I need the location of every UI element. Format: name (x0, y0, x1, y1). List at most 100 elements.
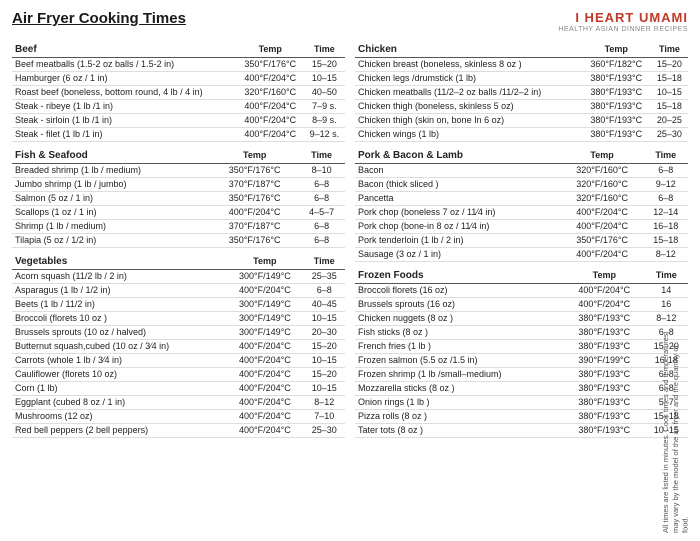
table-row: Roast beef (boneless, bottom round, 4 lb… (12, 85, 345, 99)
chicken-col-temp: Temp (582, 42, 651, 58)
food-temp: 320°F/160°C (237, 85, 304, 99)
food-temp: 400°F/204°C (226, 381, 303, 395)
food-name: Acorn squash (11/2 lb / 2 in) (12, 269, 226, 283)
food-temp: 320°F/160°C (561, 191, 644, 205)
food-temp: 300°F/149°C (226, 297, 303, 311)
food-time: 9–12 (643, 177, 688, 191)
food-temp: 300°F/149°C (226, 311, 303, 325)
food-temp: 400°F/204°C (561, 247, 644, 261)
header: Air Fryer Cooking Times I HEART UMAMI HE… (12, 10, 688, 34)
table-row: Chicken wings (1 lb)380°F/193°C25–30 (355, 127, 688, 141)
food-time: 25–30 (303, 423, 345, 437)
table-row: Beets (1 lb / 11/2 in)300°F/149°C40–45 (12, 297, 345, 311)
food-name: Chicken breast (boneless, skinless 8 oz … (355, 57, 582, 71)
table-row: Pizza rolls (8 oz )380°F/193°C15–18 (355, 409, 688, 423)
food-name: French fries (1 lb ) (355, 339, 564, 353)
table-row: Broccoli (florets 10 oz )300°F/149°C10–1… (12, 311, 345, 325)
food-time: 15–20 (304, 57, 345, 71)
food-temp: 350°F/176°C (211, 163, 298, 177)
food-time: 40–50 (304, 85, 345, 99)
food-name: Beef meatballs (1.5-2 oz balls / 1.5-2 i… (12, 57, 237, 71)
food-temp: 320°F/160°C (561, 163, 644, 177)
food-name: Shrimp (1 lb / medium) (12, 219, 211, 233)
food-time: 6–8 (298, 191, 345, 205)
table-row: Eggplant (cubed 8 oz / 1 in)400°F/204°C8… (12, 395, 345, 409)
food-time: 8–12 (303, 395, 345, 409)
table-row: Acorn squash (11/2 lb / 2 in)300°F/149°C… (12, 269, 345, 283)
veg-col-name: Vegetables (12, 254, 226, 270)
food-temp: 350°F/176°C (237, 57, 304, 71)
logo-area: I HEART UMAMI HEALTHY ASIAN DINNER RECIP… (558, 10, 688, 34)
page-title: Air Fryer Cooking Times (12, 10, 186, 27)
food-time: 10–15 (651, 85, 688, 99)
fish-col-time: Time (298, 148, 345, 164)
food-time: 25–35 (303, 269, 345, 283)
pork-table: Pork & Bacon & Lamb Temp Time Bacon320°F… (355, 148, 688, 262)
table-row: Mushrooms (12 oz)400°F/204°C7–10 (12, 409, 345, 423)
food-name: Red bell peppers (2 bell peppers) (12, 423, 226, 437)
food-time: 10–15 (303, 381, 345, 395)
food-name: Tater tots (8 oz ) (355, 423, 564, 437)
food-temp: 320°F/160°C (561, 177, 644, 191)
food-temp: 380°F/193°C (582, 99, 651, 113)
food-name: Onion rings (1 lb ) (355, 395, 564, 409)
table-row: Pork chop (boneless 7 oz / 11⁄4 in)400°F… (355, 205, 688, 219)
food-time: 15–18 (651, 99, 688, 113)
food-time: 7–9 s. (304, 99, 345, 113)
table-row: Mozzarella sticks (8 oz )380°F/193°C6–8 (355, 381, 688, 395)
chicken-section: Chicken Temp Time Chicken breast (bonele… (355, 42, 688, 142)
content-grid: Beef Temp Time Beef meatballs (1.5-2 oz … (12, 42, 688, 444)
table-row: Tater tots (8 oz )380°F/193°C10–15 (355, 423, 688, 437)
food-name: Breaded shrimp (1 lb / medium) (12, 163, 211, 177)
food-temp: 400°F/204°C (226, 367, 303, 381)
table-row: Steak - sirloin (1 lb /1 in)400°F/204°C8… (12, 113, 345, 127)
food-temp: 400°F/204°C (226, 283, 303, 297)
table-row: Bacon (thick sliced )320°F/160°C9–12 (355, 177, 688, 191)
food-temp: 350°F/176°C (211, 191, 298, 205)
table-row: Chicken nuggets (8 oz )380°F/193°C8–12 (355, 311, 688, 325)
food-temp: 390°F/199°C (564, 353, 645, 367)
footnote: All times are listed in minutes. Cook ti… (661, 333, 690, 533)
table-row: Bacon320°F/160°C6–8 (355, 163, 688, 177)
food-temp: 400°F/204°C (561, 219, 644, 233)
table-row: Breaded shrimp (1 lb / medium)350°F/176°… (12, 163, 345, 177)
food-name: Frozen salmon (5.5 oz /1.5 in) (355, 353, 564, 367)
beef-col-temp: Temp (237, 42, 304, 58)
food-time: 10–15 (304, 71, 345, 85)
chicken-col-time: Time (651, 42, 688, 58)
table-row: Pork chop (bone-in 8 oz / 11⁄4 in)400°F/… (355, 219, 688, 233)
food-time: 15–18 (651, 71, 688, 85)
food-time: 16–18 (643, 219, 688, 233)
food-temp: 400°F/204°C (226, 409, 303, 423)
food-temp: 380°F/193°C (564, 423, 645, 437)
logo-subtitle: HEALTHY ASIAN DINNER RECIPES (558, 26, 688, 34)
beef-col-time: Time (304, 42, 345, 58)
food-time: 15–20 (303, 339, 345, 353)
food-name: Steak - filet (1 lb /1 in) (12, 127, 237, 141)
food-name: Salmon (5 oz / 1 in) (12, 191, 211, 205)
food-time: 15–20 (651, 57, 688, 71)
vegetables-table: Vegetables Temp Time Acorn squash (11/2 … (12, 254, 345, 438)
table-row: Carrots (whole 1 lb / 3⁄4 in)400°F/204°C… (12, 353, 345, 367)
food-name: Hamburger (6 oz / 1 in) (12, 71, 237, 85)
table-row: Asparagus (1 lb / 1/2 in)400°F/204°C6–8 (12, 283, 345, 297)
table-row: Salmon (5 oz / 1 in)350°F/176°C6–8 (12, 191, 345, 205)
table-row: Sausage (3 oz / 1 in)400°F/204°C8–12 (355, 247, 688, 261)
table-row: Scallops (1 oz / 1 in)400°F/204°C4–5–7 (12, 205, 345, 219)
table-row: Butternut squash,cubed (10 oz / 3⁄4 in)4… (12, 339, 345, 353)
food-temp: 360°F/182°C (582, 57, 651, 71)
table-row: Brussels sprouts (16 oz)400°F/204°C16 (355, 297, 688, 311)
table-row: Steak - ribeye (1 lb /1 in)400°F/204°C7–… (12, 99, 345, 113)
food-name: Mozzarella sticks (8 oz ) (355, 381, 564, 395)
table-row: Tilapia (5 oz / 1/2 in)350°F/176°C6–8 (12, 233, 345, 247)
food-name: Chicken wings (1 lb) (355, 127, 582, 141)
food-temp: 380°F/193°C (564, 325, 645, 339)
food-name: Roast beef (boneless, bottom round, 4 lb… (12, 85, 237, 99)
food-name: Carrots (whole 1 lb / 3⁄4 in) (12, 353, 226, 367)
food-temp: 380°F/193°C (564, 311, 645, 325)
table-row: Steak - filet (1 lb /1 in)400°F/204°C9–1… (12, 127, 345, 141)
food-temp: 380°F/193°C (564, 367, 645, 381)
food-temp: 400°F/204°C (211, 205, 298, 219)
veg-col-time: Time (303, 254, 345, 270)
table-row: Chicken thigh (skin on, bone In 6 oz)380… (355, 113, 688, 127)
